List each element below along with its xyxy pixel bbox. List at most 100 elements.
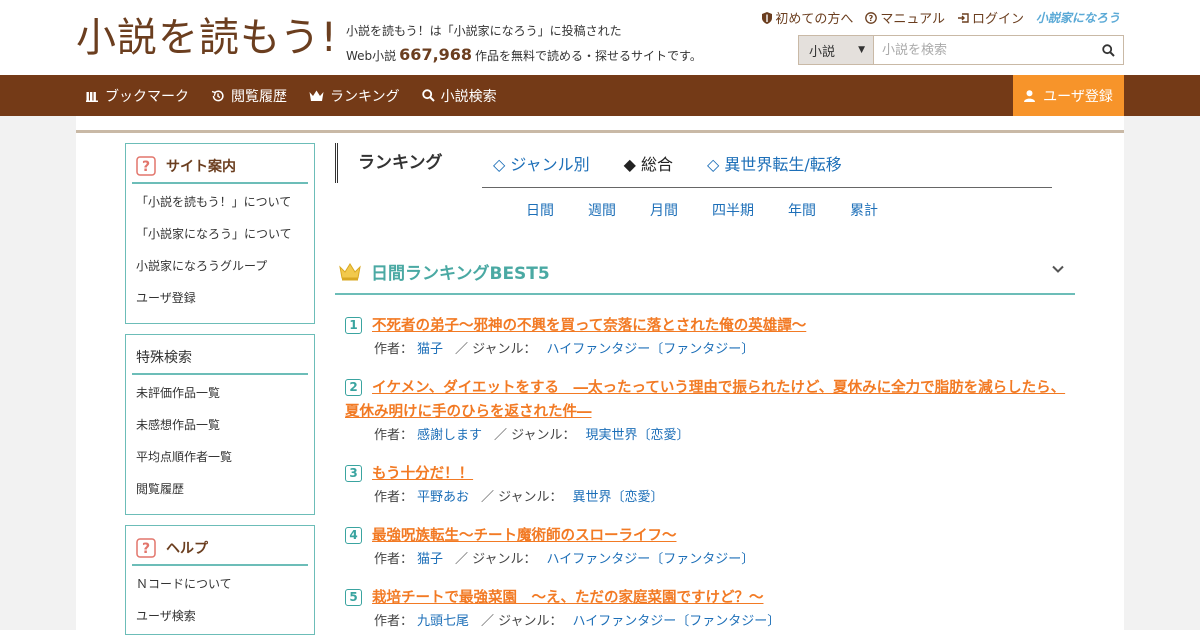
register-button[interactable]: ユーザ登録 (1013, 75, 1124, 116)
ranking-entry-title[interactable]: 1 不死者の弟子～邪神の不興を買って奈落に落とされた俺の英雄譚～ (345, 314, 1070, 338)
sidebar-item-unrated[interactable]: 未評価作品一覧 (136, 383, 314, 415)
site-logo[interactable]: 小説を読もう! (76, 14, 338, 62)
nav-novel-search[interactable]: 小説検索 (421, 86, 497, 106)
genre-label: ／ ジャンル： (481, 614, 563, 629)
search-category-select[interactable]: 小説 ▼ (799, 36, 874, 64)
sidebar-item-avg-author[interactable]: 平均点順作者一覧 (136, 447, 314, 479)
sidebar-item-about-yomou[interactable]: 「小説を読もう！」について (136, 192, 314, 224)
register-button-label: ユーザ登録 (1043, 88, 1113, 105)
search-icon (1101, 43, 1115, 57)
author-link[interactable]: 猫子 (417, 552, 443, 567)
author-link[interactable]: 九頭七尾 (417, 614, 469, 629)
beginners-link[interactable]: 初めての方へ (762, 8, 853, 27)
sidebar-item-narou-group[interactable]: 小説家になろうグループ (136, 256, 314, 288)
ranking-entry-title[interactable]: 5 栽培チートで最強菜園 ～え、ただの家庭菜園ですけど？～ (345, 586, 1070, 610)
ranking-entry-title-text: 栽培チートで最強菜園 ～え、ただの家庭菜園ですけど？～ (372, 590, 764, 606)
author-label: 作者： (374, 614, 414, 629)
main-nav: ブックマーク 閲覧履歴 ランキング 小説検索 ユーザ登録 (0, 75, 1200, 116)
manual-link[interactable]: ? マニュアル (865, 8, 945, 27)
rank-number: 2 (345, 379, 362, 396)
genre-link[interactable]: ハイファンタジー〔ファンタジー〕 (547, 342, 755, 357)
help-icon: ? (136, 156, 156, 176)
login-link-label: ログイン (971, 12, 1024, 27)
page-background-right (1124, 116, 1200, 630)
period-yearly[interactable]: 年間 (788, 200, 816, 220)
content-divider (76, 130, 1124, 133)
sidebar-item-about-narou[interactable]: 「小説家になろう」について (136, 224, 314, 256)
genre-label: ／ ジャンル： (455, 342, 537, 357)
sidebar-site-guide-title-text: サイト案内 (166, 159, 236, 175)
ranking-entry-title[interactable]: 3 もう十分だ！！ (345, 462, 1070, 486)
sidebar-item-user-search[interactable]: ユーザ検索 (136, 606, 314, 638)
site-header: 小説を読もう! 小説を読もう！は「小説家になろう」に投稿された Web小説 667… (0, 0, 1200, 75)
tagline-line1: 小説を読もう！は「小説家になろう」に投稿された (346, 24, 622, 38)
ranking-entry-title[interactable]: 4 最強呪族転生～チート魔術師のスローライフ～ (345, 524, 1070, 548)
ranking-heading: ランキング (335, 143, 443, 183)
genre-link[interactable]: 異世界〔恋愛〕 (573, 490, 664, 505)
tab-isekai[interactable]: ◇ 異世界転生/転移 (707, 151, 842, 175)
nav-ranking[interactable]: ランキング (309, 86, 400, 106)
chevron-down-icon[interactable] (1051, 262, 1065, 276)
ranking-entry-title-text: 最強呪族転生～チート魔術師のスローライフ～ (372, 528, 677, 544)
svg-text:?: ? (142, 541, 150, 557)
rank-number: 4 (345, 527, 362, 544)
daily-best-header: 日間ランキングBEST5 (335, 250, 1075, 295)
period-selector: 日間 週間 月間 四半期 年間 累計 (526, 200, 912, 220)
narou-logo[interactable]: 小説家になろう (1036, 9, 1120, 26)
sidebar-help-title-text: ヘルプ (166, 541, 208, 557)
ranking-tabs: ◇ ジャンル別 ◆ 総合 ◇ 異世界転生/転移 (493, 143, 876, 183)
ranking-entry-meta: 作者： 猫子 ／ ジャンル： ハイファンタジー〔ファンタジー〕 (345, 548, 1070, 572)
sidebar-site-guide-title: ? サイト案内 (132, 150, 308, 184)
genre-link[interactable]: ハイファンタジー〔ファンタジー〕 (547, 552, 755, 567)
ranking-entry: 5 栽培チートで最強菜園 ～え、ただの家庭菜園ですけど？～ 作者： 九頭七尾 ／ ジャ… (345, 586, 1070, 634)
crown-icon (339, 262, 361, 280)
sidebar-item-ncode[interactable]: Ｎコードについて (136, 574, 314, 606)
sidebar-item-history[interactable]: 閲覧履歴 (136, 479, 314, 511)
ranking-entry-meta: 作者： 九頭七尾 ／ ジャンル： ハイファンタジー〔ファンタジー〕 (345, 610, 1070, 634)
ranking-tabs-underline (482, 187, 1052, 188)
period-weekly[interactable]: 週間 (588, 200, 616, 220)
ranking-entry-title[interactable]: 2 イケメン、ダイエットをする ―太ったっていう理由で振られたけど、夏休みに全力で… (345, 376, 1070, 424)
nav-novel-search-label: 小説検索 (440, 88, 497, 105)
search-category-value: 小説 (809, 44, 836, 60)
ranking-entry: 3 もう十分だ！！ 作者： 平野あお ／ ジャンル： 異世界〔恋愛〕 (345, 462, 1070, 510)
bookshelf-icon (86, 91, 98, 102)
crown-icon (309, 90, 324, 101)
work-count: 667,968 (399, 45, 473, 64)
author-label: 作者： (374, 428, 414, 443)
tagline-line2: Web小説 667,968 作品を無料で読める・探せるサイトです。 (346, 43, 702, 68)
user-icon (1024, 89, 1036, 102)
ranking-entry: 1 不死者の弟子～邪神の不興を買って奈落に落とされた俺の英雄譚～ 作者： 猫子 ／ ジ… (345, 314, 1070, 362)
ranking-entry-meta: 作者： 平野あお ／ ジャンル： 異世界〔恋愛〕 (345, 486, 1070, 510)
period-total[interactable]: 累計 (850, 200, 878, 220)
daily-best-title: 日間ランキングBEST5 (371, 264, 550, 284)
sidebar-site-guide-list: 「小説を読もう！」について 「小説家になろう」について 小説家になろうグループ … (126, 184, 314, 320)
page-background-left (0, 116, 76, 630)
period-daily[interactable]: 日間 (526, 200, 554, 220)
rank-number: 1 (345, 317, 362, 334)
nav-bookmark[interactable]: ブックマーク (86, 86, 189, 106)
nav-history[interactable]: 閲覧履歴 (211, 86, 287, 106)
login-link[interactable]: ログイン (957, 8, 1024, 27)
sidebar-item-user-register[interactable]: ユーザ登録 (136, 288, 314, 320)
tab-overall[interactable]: ◆ 総合 (624, 151, 673, 175)
ranking-entry-title-text: 不死者の弟子～邪神の不興を買って奈落に落とされた俺の英雄譚～ (372, 318, 807, 334)
ranking-entry-title-text: イケメン、ダイエットをする ―太ったっていう理由で振られたけど、夏休みに全力で脂… (345, 380, 1066, 420)
search-input[interactable] (874, 36, 1093, 64)
author-label: 作者： (374, 552, 414, 567)
search-button[interactable] (1093, 36, 1123, 64)
author-label: 作者： (374, 342, 414, 357)
author-link[interactable]: 感謝します (417, 428, 482, 443)
genre-label: ／ ジャンル： (481, 490, 563, 505)
author-link[interactable]: 平野あお (417, 490, 469, 505)
genre-link[interactable]: 現実世界〔恋愛〕 (586, 428, 690, 443)
period-quarterly[interactable]: 四半期 (712, 200, 754, 220)
tab-genre[interactable]: ◇ ジャンル別 (493, 151, 590, 175)
sidebar-special-search: 特殊検索 未評価作品一覧 未感想作品一覧 平均点順作者一覧 閲覧履歴 (125, 334, 315, 515)
sidebar-special-search-list: 未評価作品一覧 未感想作品一覧 平均点順作者一覧 閲覧履歴 (126, 375, 314, 511)
sidebar-item-no-review[interactable]: 未感想作品一覧 (136, 415, 314, 447)
ranking-entry: 2 イケメン、ダイエットをする ―太ったっていう理由で振られたけど、夏休みに全力で… (345, 376, 1070, 448)
author-link[interactable]: 猫子 (417, 342, 443, 357)
genre-link[interactable]: ハイファンタジー〔ファンタジー〕 (573, 614, 781, 629)
period-monthly[interactable]: 月間 (650, 200, 678, 220)
